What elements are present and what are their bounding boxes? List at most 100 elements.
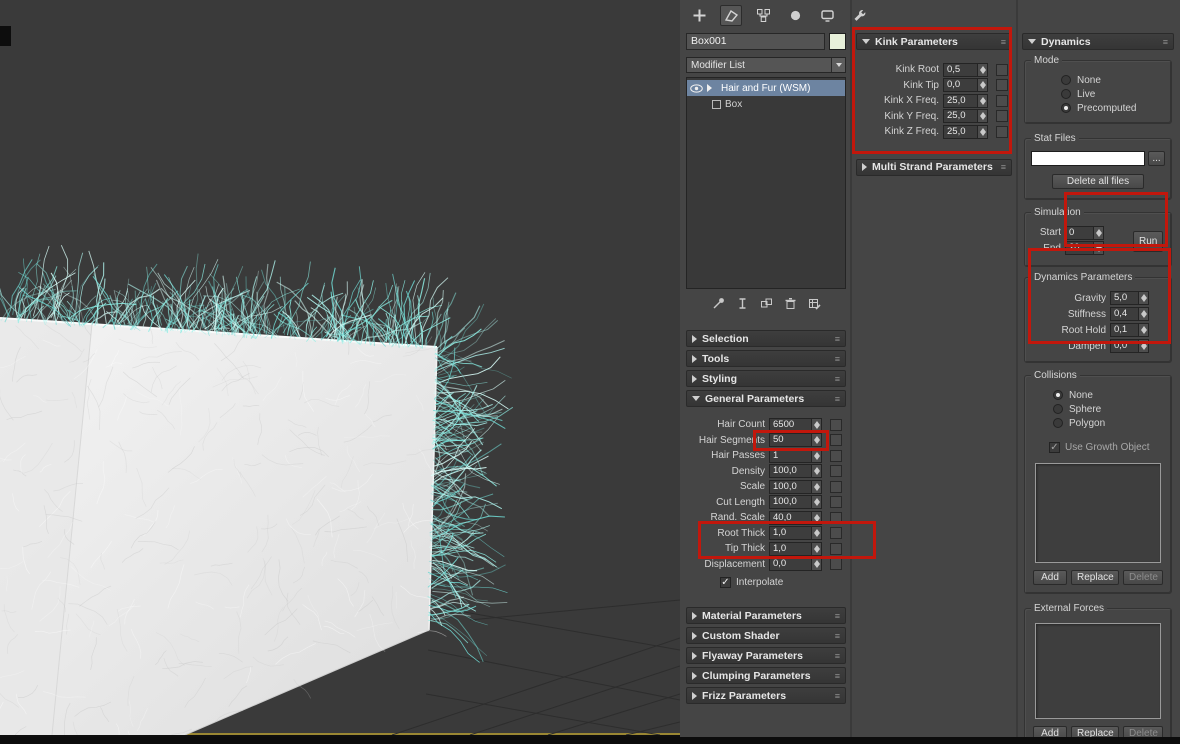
key-button[interactable]	[830, 496, 842, 508]
collisions-add-button[interactable]: Add	[1033, 570, 1067, 585]
kink-root-spinner[interactable]: 0,5	[943, 63, 988, 77]
rollout-header-frizz[interactable]: Frizz Parameters ≡	[686, 687, 846, 704]
key-button[interactable]	[996, 79, 1008, 91]
modifier-stack[interactable]: Hair and Fur (WSM) Box	[686, 77, 846, 289]
spinner-value[interactable]: 25,0	[943, 109, 977, 123]
key-button[interactable]	[996, 64, 1008, 76]
spinner-value[interactable]: 100,0	[769, 464, 811, 478]
spinner-value[interactable]: 1,0	[769, 526, 811, 540]
spinner-arrows[interactable]	[811, 418, 822, 432]
spinner-arrows[interactable]	[811, 464, 822, 478]
spinner-arrows[interactable]	[1138, 291, 1149, 305]
stack-item-hair-and-fur[interactable]: Hair and Fur (WSM)	[687, 80, 845, 96]
sim-end-spinner[interactable]: 20	[1065, 241, 1104, 255]
key-button[interactable]	[996, 110, 1008, 122]
rollout-header-tools[interactable]: Tools ≡	[686, 350, 846, 367]
configure-modifier-sets-icon[interactable]	[808, 297, 821, 310]
collisions-replace-button[interactable]: Replace	[1071, 570, 1119, 585]
spinner-arrows[interactable]	[977, 125, 988, 139]
spinner-value[interactable]: 1	[769, 449, 811, 463]
hierarchy-tab-icon[interactable]	[752, 5, 774, 26]
kink-z-freq-spinner[interactable]: 25,0	[943, 125, 988, 139]
spinner-value[interactable]: 0,5	[943, 63, 977, 77]
key-button[interactable]	[830, 527, 842, 539]
kink-y-freq-spinner[interactable]: 25,0	[943, 109, 988, 123]
interpolate-checkbox[interactable]: ✓	[720, 577, 731, 588]
spinner-value[interactable]: 50	[769, 433, 811, 447]
spinner-arrows[interactable]	[977, 94, 988, 108]
dropdown-arrow-icon[interactable]	[831, 58, 845, 72]
spinner-value[interactable]: 100,0	[769, 480, 811, 494]
radio-icon[interactable]	[1053, 404, 1063, 414]
show-end-result-icon[interactable]	[736, 297, 749, 310]
key-button[interactable]	[830, 481, 842, 493]
spinner-arrows[interactable]	[811, 449, 822, 463]
delete-all-files-button[interactable]: Delete all files	[1052, 174, 1144, 189]
run-button[interactable]: Run	[1133, 231, 1163, 252]
spinner-value[interactable]: 40,0	[769, 511, 811, 525]
spinner-arrows[interactable]	[811, 480, 822, 494]
kink-tip-spinner[interactable]: 0,0	[943, 78, 988, 92]
spinner-arrows[interactable]	[1138, 307, 1149, 321]
stat-file-field[interactable]	[1031, 151, 1145, 166]
expand-arrow-icon[interactable]	[707, 84, 712, 92]
visibility-eye-icon[interactable]	[690, 84, 703, 93]
spinner-value[interactable]: 0	[1065, 226, 1093, 240]
collisions-option-none[interactable]: None	[1053, 388, 1167, 402]
displacement-spinner[interactable]: 0,0	[769, 557, 822, 571]
spinner-arrows[interactable]	[811, 557, 822, 571]
remove-modifier-icon[interactable]	[784, 297, 797, 310]
spinner-value[interactable]: 0,4	[1110, 307, 1138, 321]
collisions-option-sphere[interactable]: Sphere	[1053, 402, 1167, 416]
spinner-value[interactable]: 0,0	[943, 78, 977, 92]
spinner-value[interactable]: 1,0	[769, 542, 811, 556]
spinner-arrows[interactable]	[977, 63, 988, 77]
rollout-header-multi-strand[interactable]: Multi Strand Parameters ≡	[856, 159, 1012, 176]
object-name-field[interactable]: Box001	[686, 33, 825, 50]
tip-thick-spinner[interactable]: 1,0	[769, 542, 822, 556]
spinner-arrows[interactable]	[811, 542, 822, 556]
mode-option-none[interactable]: None	[1061, 73, 1167, 87]
use-growth-object-checkbox[interactable]: ✓	[1049, 442, 1060, 453]
key-button[interactable]	[996, 95, 1008, 107]
mode-option-precomputed[interactable]: Precomputed	[1061, 101, 1167, 115]
spinner-arrows[interactable]	[1093, 241, 1104, 255]
external-forces-list[interactable]	[1035, 623, 1161, 719]
cut-length-spinner[interactable]: 100,0	[769, 495, 822, 509]
rollout-header-styling[interactable]: Styling ≡	[686, 370, 846, 387]
collisions-list[interactable]	[1035, 463, 1161, 563]
key-button[interactable]	[830, 419, 842, 431]
hair-passes-spinner[interactable]: 1	[769, 449, 822, 463]
rollout-header-flyaway[interactable]: Flyaway Parameters ≡	[686, 647, 846, 664]
spinner-arrows[interactable]	[811, 433, 822, 447]
mode-option-live[interactable]: Live	[1061, 87, 1167, 101]
modify-tab-icon[interactable]	[720, 5, 742, 26]
key-button[interactable]	[830, 434, 842, 446]
spinner-value[interactable]: 100,0	[769, 495, 811, 509]
spinner-value[interactable]: 0,1	[1110, 323, 1138, 337]
spinner-value[interactable]: 6500	[769, 418, 811, 432]
hair-count-spinner[interactable]: 6500	[769, 418, 822, 432]
density-spinner[interactable]: 100,0	[769, 464, 822, 478]
spinner-arrows[interactable]	[811, 526, 822, 540]
collisions-option-polygon[interactable]: Polygon	[1053, 416, 1167, 430]
key-button[interactable]	[830, 543, 842, 555]
spinner-value[interactable]: 5,0	[1110, 291, 1138, 305]
spinner-value[interactable]: 20	[1065, 241, 1093, 255]
sim-start-spinner[interactable]: 0	[1065, 226, 1104, 240]
radio-selected-icon[interactable]	[1061, 103, 1071, 113]
spinner-value[interactable]: 0,0	[1110, 339, 1138, 353]
spinner-value[interactable]: 25,0	[943, 94, 977, 108]
pin-stack-icon[interactable]	[712, 297, 725, 310]
kink-x-freq-spinner[interactable]: 25,0	[943, 94, 988, 108]
radio-icon[interactable]	[1053, 418, 1063, 428]
gravity-spinner[interactable]: 5,0	[1110, 291, 1149, 305]
root-thick-spinner[interactable]: 1,0	[769, 526, 822, 540]
make-unique-icon[interactable]	[760, 297, 773, 310]
radio-icon[interactable]	[1061, 89, 1071, 99]
rollout-header-selection[interactable]: Selection ≡	[686, 330, 846, 347]
key-button[interactable]	[830, 512, 842, 524]
key-button[interactable]	[830, 465, 842, 477]
rollout-header-dynamics[interactable]: Dynamics ≡	[1022, 33, 1174, 50]
spinner-arrows[interactable]	[1138, 339, 1149, 353]
